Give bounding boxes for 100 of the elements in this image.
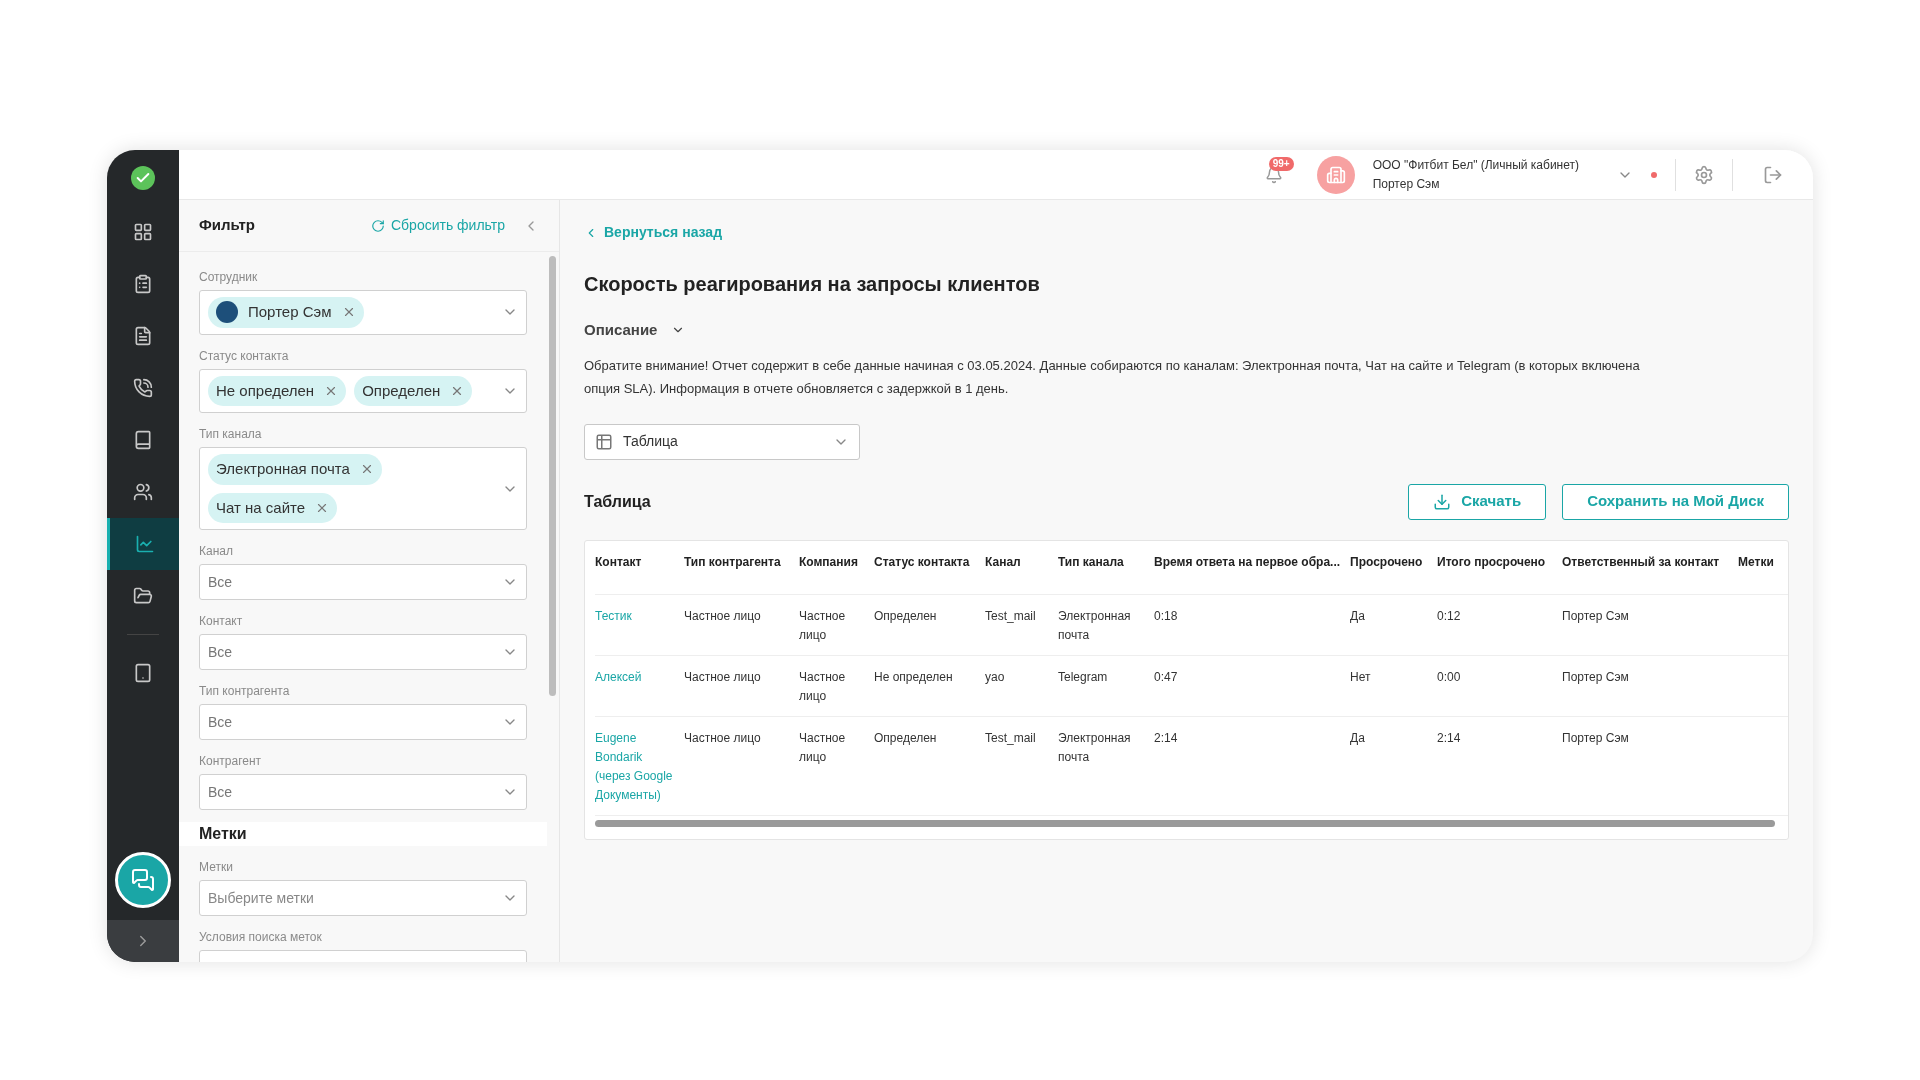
- clipboard-icon: [133, 274, 153, 294]
- contact-link[interactable]: Eugene Bondarik (через Google Документы): [595, 728, 684, 805]
- column-header: Компания: [799, 553, 859, 571]
- table-cell-text: Частное лицо: [799, 607, 847, 644]
- column-header: Время ответа на первое обра...: [1154, 553, 1342, 571]
- view-select[interactable]: Таблица: [584, 423, 860, 460]
- table-cell-text: Да: [1350, 729, 1366, 747]
- table-cell-text: Определен: [874, 729, 938, 747]
- table-cell-text: Портер Сэм: [1562, 729, 1630, 747]
- horizontal-scrollbar[interactable]: [595, 819, 1775, 827]
- column-header: Тип контрагента: [684, 553, 782, 571]
- table-cell-text: Telegram: [1058, 668, 1109, 686]
- folder-icon: [133, 586, 153, 606]
- tablet-icon: [133, 663, 153, 683]
- table-cell-text: 2:14: [1154, 729, 1179, 747]
- table-cell-text: Test_mail: [985, 607, 1037, 625]
- tag-text: Электронная почта: [216, 459, 350, 479]
- account-name: ООО "Фитбит Бел" (Личный кабинет): [1372, 156, 1579, 174]
- column-header: Тип канала: [1058, 553, 1125, 571]
- table-cell-text: Test_mail: [985, 729, 1037, 747]
- building-avatar-icon: [1316, 155, 1355, 194]
- table-cell-text: Портер Сэм: [1562, 607, 1630, 625]
- select-field[interactable]: Все: [199, 634, 527, 670]
- refresh-icon: [370, 218, 385, 233]
- chat-button[interactable]: [115, 852, 171, 908]
- table-cell-text: Электронная почта: [1058, 729, 1132, 766]
- tag-chip[interactable]: Не определен: [208, 375, 347, 406]
- select-value: Все: [208, 782, 233, 802]
- reset-filter-button[interactable]: Сбросить фильтр: [370, 215, 505, 236]
- field-label: Статус контакта: [199, 347, 290, 365]
- download-icon: [1433, 492, 1452, 511]
- notification-badge: 99+: [1268, 156, 1294, 171]
- table-cell-text: 0:00: [1437, 668, 1462, 686]
- table-cell-text: Да: [1350, 607, 1366, 625]
- tag-chip[interactable]: Определен: [354, 375, 473, 406]
- contact-link[interactable]: Алексей: [595, 667, 684, 706]
- select-placeholder: Выберите метки: [208, 888, 314, 908]
- multi-select-field[interactable]: Электронная почта Чат на сайте: [199, 447, 527, 530]
- back-link[interactable]: Вернуться назад: [584, 222, 1789, 243]
- tag-chip[interactable]: Портер Сэм: [208, 297, 364, 328]
- check-logo-icon: [131, 166, 155, 190]
- page-title: Скорость реагирования на запросы клиентов: [584, 272, 1041, 297]
- table-cell-text: Частное лицо: [684, 607, 762, 625]
- field-label: Тип канала: [199, 426, 263, 443]
- column-header: Ответственный за контакт: [1562, 553, 1721, 571]
- field-label: Канал: [199, 543, 234, 560]
- column-header: Метки: [1738, 553, 1775, 571]
- logout-icon: [1763, 164, 1783, 185]
- field-label: Условия поиска меток: [199, 929, 323, 946]
- field-label: Тип контрагента: [199, 683, 291, 700]
- tag-chip[interactable]: Электронная почта: [208, 454, 382, 485]
- table-cell-text: Частное лицо: [799, 729, 847, 766]
- field-label: Сотрудник: [199, 269, 259, 286]
- table-cell-text: Определен: [874, 607, 938, 625]
- tag-chip[interactable]: Чат на сайте: [208, 492, 338, 523]
- save-to-disk-button[interactable]: Сохранить на Мой Диск: [1562, 483, 1789, 520]
- tag-text: Чат на сайте: [216, 497, 306, 518]
- field-label: Контакт: [199, 613, 244, 630]
- column-header: Просрочено: [1350, 553, 1424, 571]
- expand-button[interactable]: [107, 920, 179, 962]
- select-field[interactable]: Все: [199, 774, 527, 810]
- tag-text: Портер Сэм: [248, 302, 332, 322]
- table-cell-text: Частное лицо: [799, 668, 847, 705]
- section-title: Таблица: [584, 491, 651, 512]
- grid-icon: [133, 222, 153, 242]
- field-label: Контрагент: [199, 753, 263, 770]
- table-cell-text: yao: [985, 668, 1006, 686]
- settings-icon: [1694, 164, 1714, 185]
- select-field[interactable]: Все: [199, 564, 527, 600]
- column-header: Статус контакта: [874, 553, 971, 571]
- table-cell-text: 0:12: [1437, 607, 1462, 625]
- column-header: Итого просрочено: [1437, 553, 1547, 571]
- select-value: Все: [208, 642, 233, 662]
- table-cell-text: 2:14: [1437, 729, 1462, 747]
- contact-link[interactable]: Тестик: [595, 606, 684, 645]
- column-header: Канал: [985, 553, 1022, 571]
- select-field[interactable]: Выберите метки: [199, 880, 527, 916]
- description-toggle[interactable]: Описание: [584, 319, 686, 342]
- line-chart-icon: [134, 534, 155, 554]
- sidebar-item[interactable]: [107, 518, 179, 570]
- column-header: Контакт: [595, 553, 643, 571]
- table-cell-text: 0:47: [1154, 668, 1179, 686]
- table-cell-text: Частное лицо: [684, 668, 762, 686]
- chat-icon: [131, 868, 155, 892]
- multi-select-field[interactable]: Портер Сэм: [199, 290, 527, 335]
- table-cell-text: Нет: [1350, 668, 1372, 686]
- description-text: Обратите внимание! Отчет содержит в себе данные начиная с 03.05.2024. Данные собираются по каналам: Электронная почта, Чат на сайте и Telegram (в которых включена опция SLA). Информация в отчете обновляется с задержкой в 1 день.: [584, 356, 1641, 398]
- select-field[interactable]: Все: [199, 704, 527, 740]
- users-icon: [133, 482, 153, 502]
- multi-select-field[interactable]: Не определен Определен: [199, 368, 527, 413]
- table-icon: [595, 432, 613, 451]
- select-value: Все: [208, 712, 233, 732]
- book-icon: [133, 430, 153, 450]
- tag-text: Не определен: [216, 380, 315, 401]
- section-title: Метки: [199, 824, 247, 844]
- table-cell-text: Частное лицо: [684, 729, 762, 747]
- phone-icon: [133, 378, 153, 398]
- table-cell-text: Портер Сэм: [1562, 668, 1630, 686]
- filter-title: Фильтр: [199, 215, 255, 236]
- download-button[interactable]: Скачать: [1408, 483, 1547, 520]
